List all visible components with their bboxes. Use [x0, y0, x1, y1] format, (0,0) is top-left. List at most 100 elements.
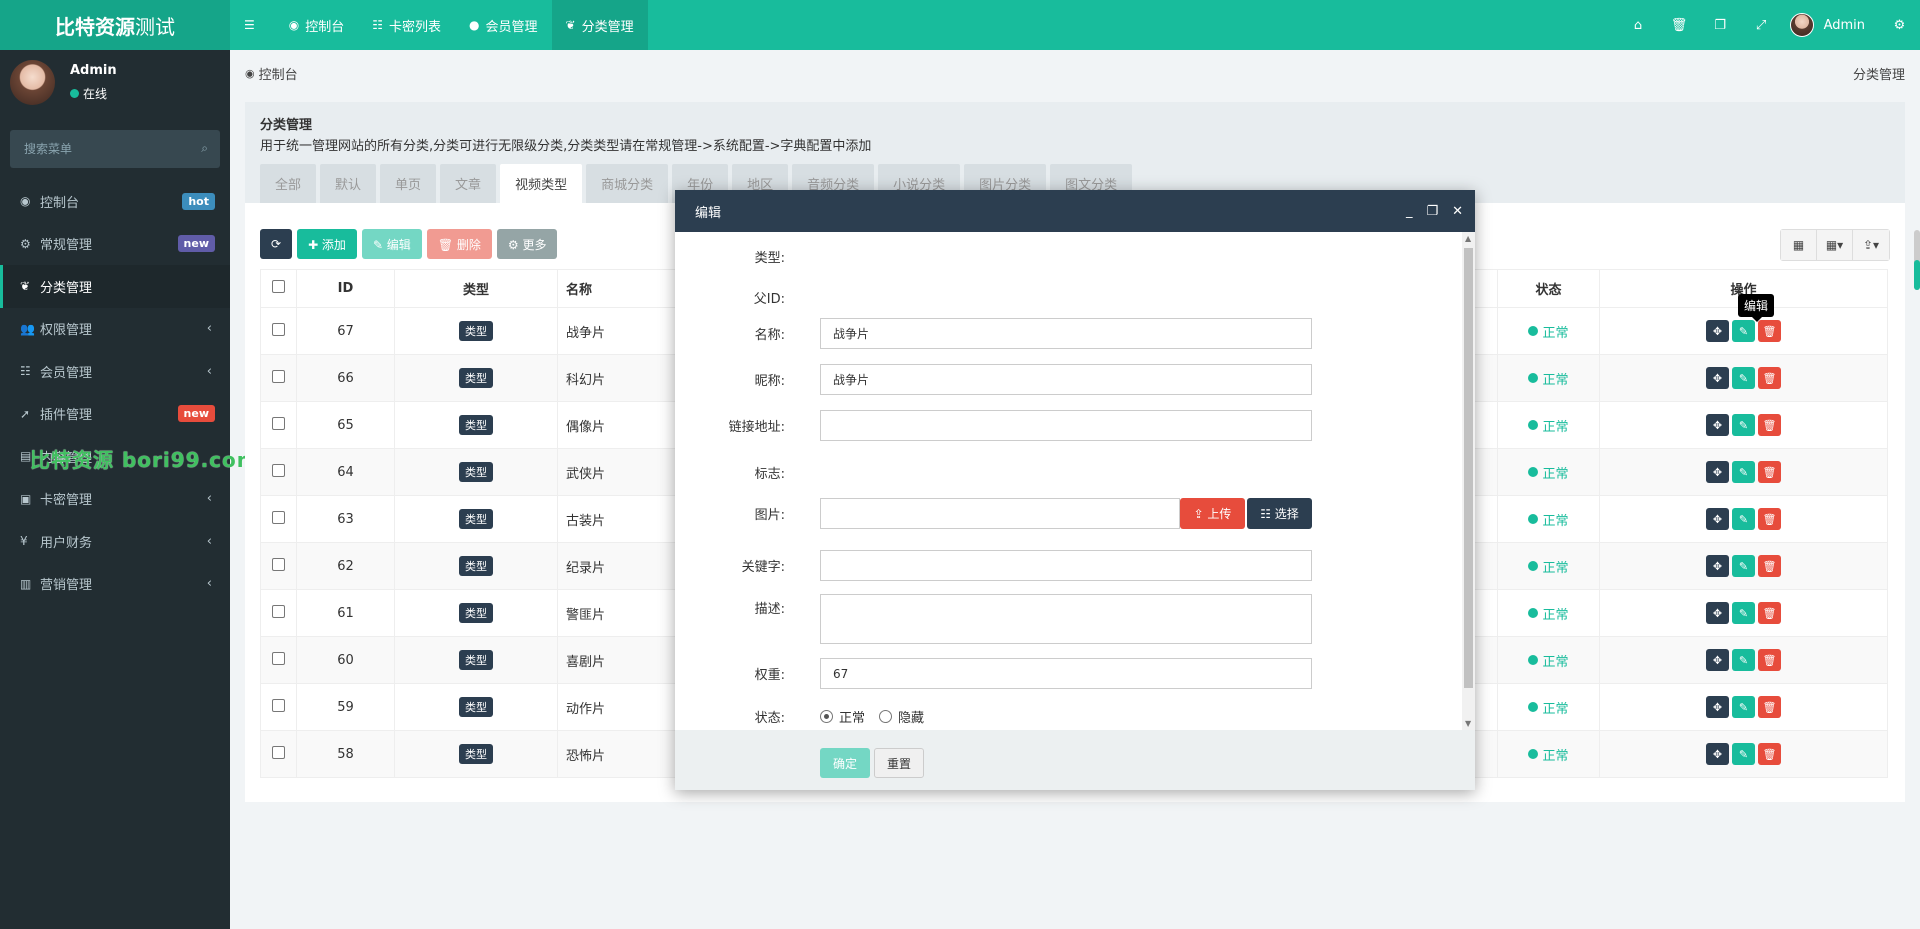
- sidebar-item-finance[interactable]: ¥ 用户财务 ‹: [0, 520, 230, 563]
- edit-icon[interactable]: ✎: [1732, 743, 1755, 765]
- close-icon[interactable]: ✕: [1452, 204, 1463, 219]
- brand-logo[interactable]: 比特资源 测试: [0, 0, 230, 50]
- refresh-button[interactable]: ⟳: [260, 229, 293, 259]
- row-select-cell[interactable]: [260, 495, 297, 543]
- tab-article[interactable]: 文章: [440, 164, 497, 203]
- trash-icon[interactable]: 🗑: [1758, 320, 1781, 342]
- sidebar-item-marketing[interactable]: ▥ 营销管理 ‹: [0, 563, 230, 606]
- delete-button[interactable]: 🗑 删除: [426, 229, 492, 259]
- edit-icon[interactable]: ✎: [1732, 555, 1755, 577]
- trash-icon[interactable]: 🗑: [1758, 743, 1781, 765]
- row-checkbox[interactable]: [272, 510, 285, 524]
- move-icon[interactable]: ✥: [1706, 696, 1729, 718]
- edit-icon[interactable]: ✎: [1732, 414, 1755, 436]
- status-hidden-radio[interactable]: 隐藏: [879, 707, 924, 726]
- trash-icon[interactable]: 🗑: [1758, 696, 1781, 718]
- weight-input[interactable]: 67: [820, 658, 1312, 689]
- upload-button[interactable]: ⇪ 上传: [1180, 498, 1245, 529]
- topnav-dashboard[interactable]: ◉ 控制台: [275, 0, 359, 50]
- dialog-scrollbar[interactable]: ▲ ▼: [1462, 232, 1475, 730]
- row-select-cell[interactable]: [260, 354, 297, 402]
- trash-icon[interactable]: 🗑: [1758, 367, 1781, 389]
- topnav-members[interactable]: ● 会员管理: [455, 0, 552, 50]
- move-icon[interactable]: ✥: [1706, 649, 1729, 671]
- search-input[interactable]: [10, 130, 220, 168]
- row-checkbox[interactable]: [272, 416, 285, 430]
- keywords-input[interactable]: [820, 550, 1312, 581]
- tab-all[interactable]: 全部: [260, 164, 317, 203]
- tab-shop[interactable]: 商城分类: [586, 164, 669, 203]
- row-select-cell[interactable]: [260, 542, 297, 590]
- row-select-cell[interactable]: [260, 589, 297, 637]
- row-checkbox[interactable]: [272, 322, 285, 336]
- edit-icon[interactable]: ✎: [1732, 602, 1755, 624]
- scrollbar-thumb[interactable]: [1914, 260, 1920, 290]
- row-checkbox[interactable]: [272, 463, 285, 477]
- edit-icon[interactable]: ✎: [1732, 649, 1755, 671]
- select-all-checkbox[interactable]: [272, 280, 285, 293]
- col-id[interactable]: ID: [296, 269, 395, 308]
- row-checkbox[interactable]: [272, 698, 285, 712]
- more-button[interactable]: ⚙ 更多: [496, 229, 558, 259]
- sidebar-item-addons[interactable]: ➚ 插件管理 new: [0, 393, 230, 436]
- edit-icon[interactable]: ✎: [1732, 461, 1755, 483]
- trash-icon[interactable]: 🗑: [1758, 414, 1781, 436]
- reset-button[interactable]: 重置: [874, 748, 924, 778]
- row-select-cell[interactable]: [260, 730, 297, 778]
- tab-video-type[interactable]: 视频类型: [500, 164, 583, 203]
- row-select-cell[interactable]: [260, 401, 297, 449]
- edit-icon[interactable]: ✎: [1732, 508, 1755, 530]
- move-icon[interactable]: ✥: [1706, 555, 1729, 577]
- move-icon[interactable]: ✥: [1706, 367, 1729, 389]
- row-select-cell[interactable]: [260, 683, 297, 731]
- breadcrumb-home[interactable]: ◉ 控制台: [245, 64, 298, 83]
- edit-icon[interactable]: ✎: [1732, 367, 1755, 389]
- link-input[interactable]: [820, 410, 1312, 441]
- sidebar-item-category[interactable]: ❦ 分类管理: [0, 265, 230, 308]
- fullscreen-icon[interactable]: ⤢: [1741, 0, 1782, 50]
- trash-icon[interactable]: 🗑: [1758, 602, 1781, 624]
- sidebar-item-auth[interactable]: 👥 权限管理 ‹: [0, 308, 230, 351]
- topnav-card-list[interactable]: ☷ 卡密列表: [358, 0, 455, 50]
- select-all-cell[interactable]: [260, 269, 297, 308]
- move-icon[interactable]: ✥: [1706, 414, 1729, 436]
- move-icon[interactable]: ✥: [1706, 743, 1729, 765]
- row-select-cell[interactable]: [260, 448, 297, 496]
- sidebar-item-dashboard[interactable]: ◉ 控制台 hot: [0, 180, 230, 223]
- edit-icon[interactable]: ✎: [1732, 696, 1755, 718]
- trash-icon[interactable]: 🗑: [1659, 0, 1700, 50]
- minimize-icon[interactable]: _: [1406, 204, 1413, 219]
- scroll-up-icon[interactable]: ▲: [1465, 234, 1471, 243]
- row-checkbox[interactable]: [272, 557, 285, 571]
- image-input[interactable]: [820, 498, 1180, 529]
- scroll-down-icon[interactable]: ▼: [1465, 719, 1471, 728]
- topnav-category[interactable]: ❦ 分类管理: [551, 0, 648, 50]
- trash-icon[interactable]: 🗑: [1758, 649, 1781, 671]
- scrollbar-thumb[interactable]: [1464, 248, 1473, 688]
- row-select-cell[interactable]: [260, 307, 297, 355]
- home-icon[interactable]: ⌂: [1618, 0, 1659, 50]
- sidebar-item-general[interactable]: ⚙ 常规管理 new: [0, 223, 230, 266]
- choose-button[interactable]: ☷ 选择: [1247, 498, 1312, 529]
- trash-icon[interactable]: 🗑: [1758, 555, 1781, 577]
- page-scrollbar[interactable]: [1914, 230, 1920, 290]
- tab-page[interactable]: 单页: [380, 164, 437, 203]
- confirm-button[interactable]: 确定: [820, 748, 870, 778]
- export-icon[interactable]: ⇪▾: [1853, 230, 1889, 260]
- description-textarea[interactable]: [820, 594, 1312, 644]
- row-select-cell[interactable]: [260, 636, 297, 684]
- columns-icon[interactable]: ▦▾: [1817, 230, 1853, 260]
- sidebar-item-members[interactable]: ☷ 会员管理 ‹: [0, 350, 230, 393]
- name-input[interactable]: 战争片: [820, 318, 1312, 349]
- row-checkbox[interactable]: [272, 651, 285, 665]
- trash-icon[interactable]: 🗑: [1758, 508, 1781, 530]
- status-normal-radio[interactable]: 正常: [820, 707, 865, 726]
- trash-icon[interactable]: 🗑: [1758, 461, 1781, 483]
- add-button[interactable]: ✚ 添加: [297, 229, 357, 259]
- row-checkbox[interactable]: [272, 369, 285, 383]
- row-checkbox[interactable]: [272, 745, 285, 759]
- sidebar-toggle-button[interactable]: ☰: [230, 0, 275, 50]
- user-menu[interactable]: Admin: [1782, 13, 1879, 37]
- move-icon[interactable]: ✥: [1706, 461, 1729, 483]
- maximize-icon[interactable]: ❐: [1426, 204, 1438, 219]
